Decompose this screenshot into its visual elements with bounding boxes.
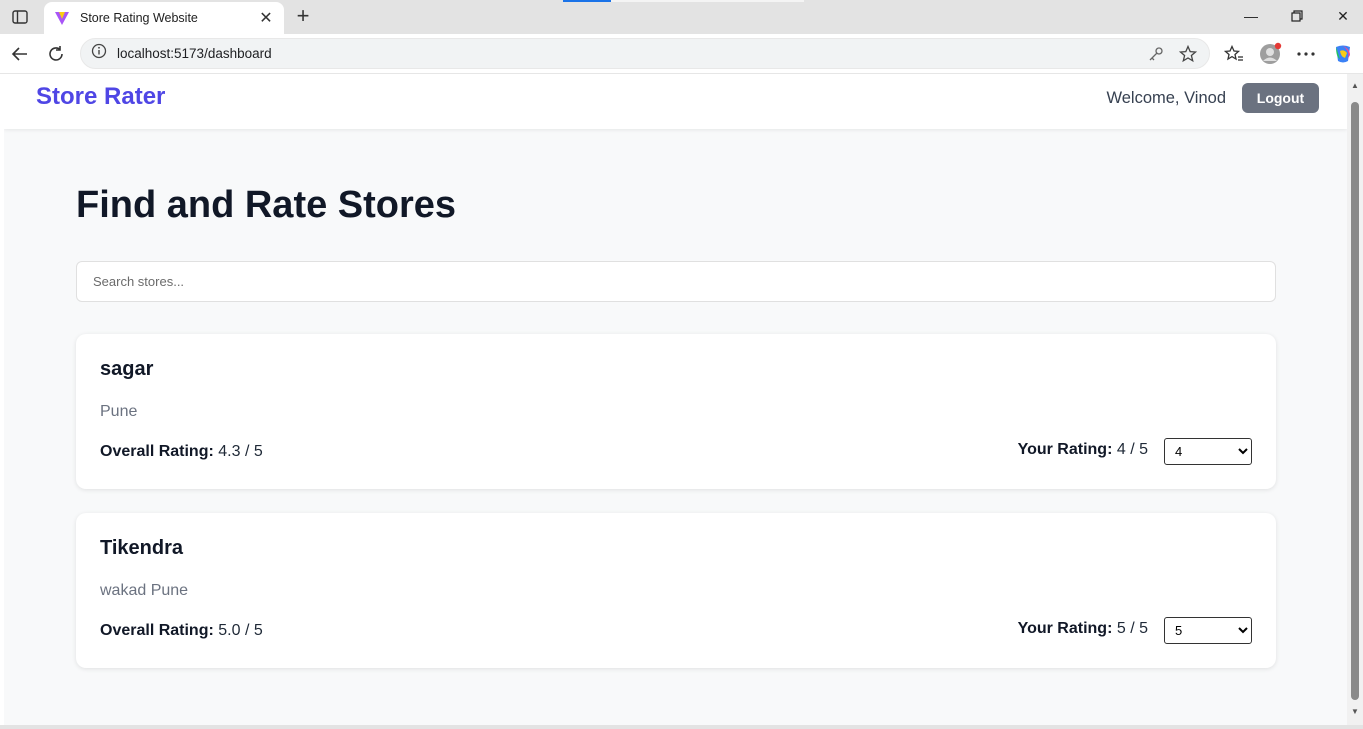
site-info-icon[interactable] [91, 43, 107, 64]
store-address: Pune [100, 403, 138, 420]
browser-tab[interactable]: Store Rating Website ✕ [44, 2, 284, 34]
app-navbar: Store Rater Welcome, Vinod Logout [4, 74, 1347, 129]
logout-button[interactable]: Logout [1242, 83, 1319, 113]
brand-logo[interactable]: Store Rater [36, 83, 165, 111]
overall-rating: Overall Rating: 5.0 / 5 [100, 622, 263, 640]
key-icon[interactable] [1145, 43, 1167, 65]
overall-rating-value: 4.3 / 5 [218, 443, 263, 460]
overall-rating-label: Overall Rating: [100, 443, 214, 460]
vite-favicon-icon [54, 10, 70, 26]
store-card: Tikendra wakad Pune Overall Rating: 5.0 … [76, 513, 1276, 668]
favorite-star-icon[interactable] [1177, 43, 1199, 65]
your-rating-value: 4 / 5 [1116, 441, 1148, 458]
your-rating-label: Your Rating: [1017, 620, 1113, 637]
reload-icon[interactable] [44, 42, 68, 66]
new-tab-icon[interactable]: + [292, 5, 314, 27]
tab-loading-indicator [563, 0, 611, 2]
your-rating-label: Your Rating: [1017, 441, 1113, 458]
store-name: sagar [100, 358, 154, 380]
tab-actions-icon[interactable] [8, 6, 32, 28]
overall-rating-value: 5.0 / 5 [218, 622, 263, 639]
overall-rating-label: Overall Rating: [100, 622, 214, 639]
address-bar[interactable]: localhost:5173/dashboard [80, 38, 1210, 69]
scroll-thumb[interactable] [1351, 102, 1359, 700]
rating-select[interactable]: 4 [1164, 438, 1252, 465]
close-window-icon[interactable]: ✕ [1332, 6, 1354, 26]
window-bottom-edge [0, 725, 1363, 729]
your-rating: Your Rating: 5 / 5 [1018, 620, 1148, 638]
back-icon[interactable] [8, 42, 32, 66]
minimize-icon[interactable]: — [1240, 6, 1262, 26]
scroll-down-icon[interactable]: ▼ [1350, 706, 1360, 716]
rating-select[interactable]: 5 [1164, 617, 1252, 644]
restore-icon[interactable] [1286, 6, 1308, 26]
store-address: wakad Pune [100, 582, 189, 599]
page-scrollbar[interactable]: ▲ ▼ [1347, 74, 1363, 725]
favorites-icon[interactable] [1222, 42, 1246, 66]
tab-loading-track [611, 0, 804, 2]
overall-rating: Overall Rating: 4.3 / 5 [100, 443, 263, 461]
scroll-up-icon[interactable]: ▲ [1350, 80, 1360, 90]
profile-avatar-icon[interactable] [1258, 42, 1282, 66]
copilot-icon[interactable] [1331, 42, 1355, 66]
browser-tabstrip: Store Rating Website ✕ + — ✕ [0, 0, 1363, 34]
page-title: Find and Rate Stores [76, 184, 457, 226]
search-input[interactable] [76, 261, 1276, 302]
tab-close-icon[interactable]: ✕ [258, 10, 274, 27]
tab-title: Store Rating Website [80, 11, 198, 25]
store-card: sagar Pune Overall Rating: 4.3 / 5 Your … [76, 334, 1276, 489]
more-options-icon[interactable] [1294, 42, 1318, 66]
store-name: Tikendra [100, 537, 183, 559]
url-text[interactable]: localhost:5173/dashboard [117, 46, 1135, 61]
browser-toolbar: localhost:5173/dashboard [0, 34, 1363, 74]
your-rating: Your Rating: 4 / 5 [1018, 441, 1148, 459]
page-viewport: Store Rater Welcome, Vinod Logout Find a… [4, 74, 1347, 725]
your-rating-value: 5 / 5 [1116, 620, 1148, 637]
welcome-text: Welcome, Vinod [1106, 89, 1226, 107]
